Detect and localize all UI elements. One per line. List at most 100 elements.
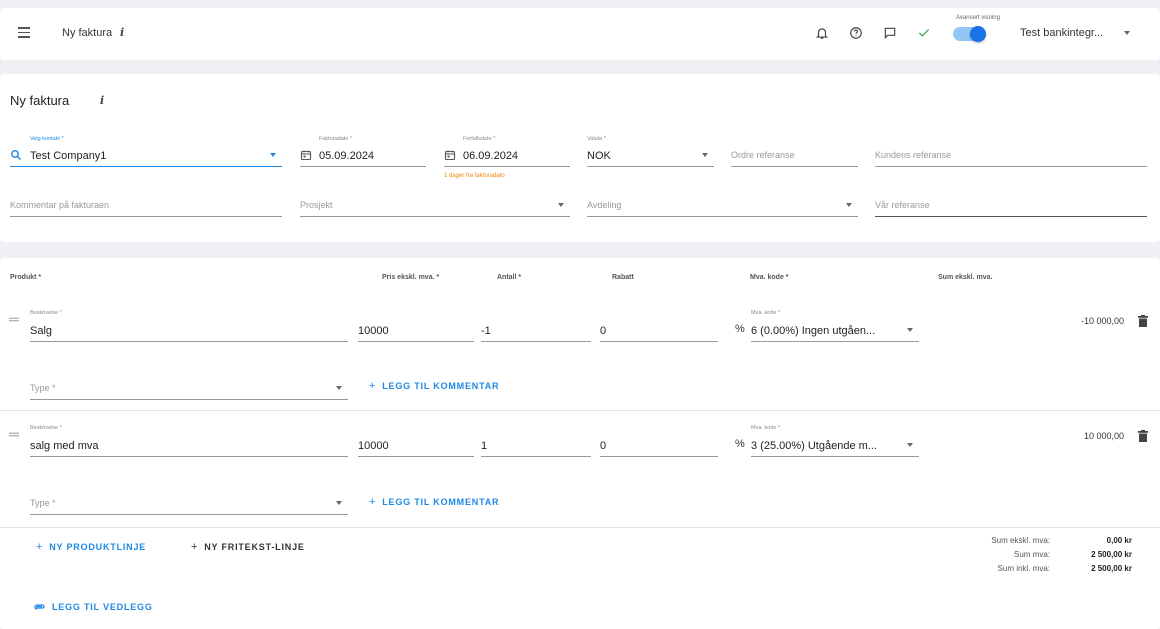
department-select[interactable]: Avdeling bbox=[587, 190, 858, 217]
line-sum: 10 000,00 bbox=[1083, 431, 1124, 441]
add-comment-button[interactable]: + LEGG TIL KOMMENTAR bbox=[369, 496, 499, 508]
menu-icon[interactable] bbox=[18, 27, 30, 39]
line-price-value: 10000 bbox=[358, 325, 389, 337]
line-price-value: 10000 bbox=[358, 440, 389, 452]
total-incl-vat-label: Sum inkl. mva: bbox=[997, 564, 1050, 573]
customer-reference-placeholder: Kundens referanse bbox=[875, 150, 952, 160]
add-comment-button[interactable]: + LEGG TIL KOMMENTAR bbox=[369, 380, 499, 392]
chevron-down-icon bbox=[270, 153, 276, 157]
due-date-hint: 1 dager fra fakturadato bbox=[444, 173, 505, 179]
line-type-select[interactable]: Type * bbox=[30, 374, 348, 400]
invoice-date-label: Fakturadato * bbox=[319, 136, 353, 142]
line-vat-value: 6 (0.00%) Ingen utgåen... bbox=[751, 325, 876, 337]
chevron-down-icon[interactable] bbox=[1124, 31, 1130, 35]
page-title: Ny faktura bbox=[62, 27, 113, 39]
advanced-view-toggle[interactable] bbox=[953, 26, 986, 42]
column-header-quantity: Antall * bbox=[497, 274, 522, 281]
delete-icon[interactable] bbox=[1138, 430, 1148, 442]
plus-icon: + bbox=[191, 541, 199, 553]
column-header-sum: Sum ekskl. mva. bbox=[938, 274, 993, 281]
chevron-down-icon bbox=[336, 386, 342, 390]
contact-value: Test Company1 bbox=[30, 150, 107, 162]
line-description-label: Beskrivelse * bbox=[30, 425, 62, 431]
line-divider bbox=[0, 410, 1160, 411]
line-vat-select[interactable]: Mva. kode * 6 (0.00%) Ingen utgåen... bbox=[751, 310, 919, 342]
project-select[interactable]: Prosjekt bbox=[300, 190, 570, 217]
line-type-placeholder: Type * bbox=[30, 383, 56, 393]
line-discount-input[interactable]: 0 bbox=[600, 425, 718, 457]
discount-percent-unit: % bbox=[735, 323, 745, 335]
total-incl-vat-value: 2 500,00 kr bbox=[1091, 564, 1132, 573]
toggle-knob bbox=[970, 26, 986, 42]
line-description-input[interactable]: Beskrivelse * salg med mva bbox=[30, 425, 348, 457]
due-date-value: 06.09.2024 bbox=[463, 150, 519, 162]
line-discount-input[interactable]: 0 bbox=[600, 310, 718, 342]
due-date-label: Forfallsdato * bbox=[463, 136, 496, 142]
our-reference-input[interactable]: Vår referanse bbox=[875, 190, 1147, 217]
chat-icon[interactable] bbox=[882, 25, 898, 41]
line-divider bbox=[0, 527, 1160, 528]
calendar-icon[interactable] bbox=[444, 149, 456, 161]
chevron-down-icon bbox=[336, 501, 342, 505]
drag-handle-icon[interactable] bbox=[9, 432, 19, 437]
help-circle-icon[interactable] bbox=[848, 25, 864, 41]
line-vat-select[interactable]: Mva. kode * 3 (25.00%) Utgående m... bbox=[751, 425, 919, 457]
order-reference-input[interactable]: Ordre referanse bbox=[731, 136, 858, 167]
currency-label: Valuta * bbox=[587, 136, 606, 142]
total-vat-label: Sum mva: bbox=[1013, 550, 1050, 559]
line-type-select[interactable]: Type * bbox=[30, 489, 348, 515]
line-description-value: Salg bbox=[30, 325, 53, 337]
line-sum: -10 000,00 bbox=[1080, 316, 1124, 326]
discount-percent-unit: % bbox=[735, 438, 745, 450]
line-vat-value: 3 (25.00%) Utgående m... bbox=[751, 440, 877, 452]
new-freetext-line-label: NY FRITEKST-LINJE bbox=[204, 542, 305, 552]
new-freetext-line-button[interactable]: + NY FRITEKST-LINJE bbox=[191, 541, 305, 553]
chevron-down-icon bbox=[907, 443, 913, 447]
contact-select[interactable]: Velg kontakt * Test Company1 bbox=[10, 136, 282, 167]
search-icon bbox=[11, 150, 21, 160]
add-comment-label: LEGG TIL KOMMENTAR bbox=[382, 497, 500, 507]
line-price-input[interactable]: 10000 bbox=[358, 310, 474, 342]
invoice-date-field[interactable]: Fakturadato * 05.09.2024 bbox=[300, 136, 426, 167]
line-quantity-input[interactable]: -1 bbox=[481, 310, 591, 342]
line-description-input[interactable]: Beskrivelse * Salg bbox=[30, 310, 348, 342]
plus-icon: + bbox=[36, 541, 44, 553]
new-product-line-label: NY PRODUKTLINJE bbox=[49, 542, 147, 552]
total-vat-value: 2 500,00 kr bbox=[1091, 550, 1132, 559]
check-icon[interactable] bbox=[916, 25, 932, 41]
top-app-bar: Ny faktura i Avansert visning Test banki… bbox=[0, 8, 1160, 60]
add-attachment-button[interactable]: LEGG TIL VEDLEGG bbox=[34, 602, 153, 612]
info-icon[interactable]: i bbox=[100, 94, 104, 107]
line-discount-value: 0 bbox=[600, 325, 607, 337]
due-date-field[interactable]: Forfallsdato * 06.09.2024 bbox=[444, 136, 570, 167]
chevron-down-icon bbox=[846, 203, 852, 207]
advanced-view-label: Avansert visning bbox=[956, 15, 1000, 21]
line-vat-label: Mva. kode * bbox=[751, 425, 781, 431]
line-vat-label: Mva. kode * bbox=[751, 310, 781, 316]
plus-icon: + bbox=[369, 496, 377, 508]
company-selector[interactable]: Test bankintegr... bbox=[1020, 27, 1103, 39]
info-icon[interactable]: i bbox=[120, 26, 124, 39]
line-price-input[interactable]: 10000 bbox=[358, 425, 474, 457]
invoice-comment-input[interactable]: Kommentar på fakturaen bbox=[10, 190, 282, 217]
line-type-placeholder: Type * bbox=[30, 498, 56, 508]
project-placeholder: Prosjekt bbox=[300, 200, 333, 210]
drag-handle-icon[interactable] bbox=[9, 317, 19, 322]
calendar-icon[interactable] bbox=[300, 149, 312, 161]
line-quantity-value: -1 bbox=[481, 325, 491, 337]
line-quantity-value: 1 bbox=[481, 440, 488, 452]
our-reference-placeholder: Vår referanse bbox=[875, 200, 930, 210]
contact-label: Velg kontakt * bbox=[30, 136, 64, 142]
total-excl-vat-label: Sum ekskl. mva: bbox=[991, 536, 1050, 545]
delete-icon[interactable] bbox=[1138, 315, 1148, 327]
column-header-discount: Rabatt bbox=[612, 274, 634, 281]
bell-icon[interactable] bbox=[814, 25, 830, 41]
new-product-line-button[interactable]: + NY PRODUKTLINJE bbox=[36, 541, 146, 553]
column-header-vat-code: Mva. kode * bbox=[750, 274, 789, 281]
add-comment-label: LEGG TIL KOMMENTAR bbox=[382, 381, 500, 391]
total-excl-vat-value: 0,00 kr bbox=[1106, 536, 1132, 545]
customer-reference-input[interactable]: Kundens referanse bbox=[875, 136, 1147, 167]
department-placeholder: Avdeling bbox=[587, 200, 622, 210]
line-quantity-input[interactable]: 1 bbox=[481, 425, 591, 457]
currency-select[interactable]: Valuta * NOK bbox=[587, 136, 714, 167]
